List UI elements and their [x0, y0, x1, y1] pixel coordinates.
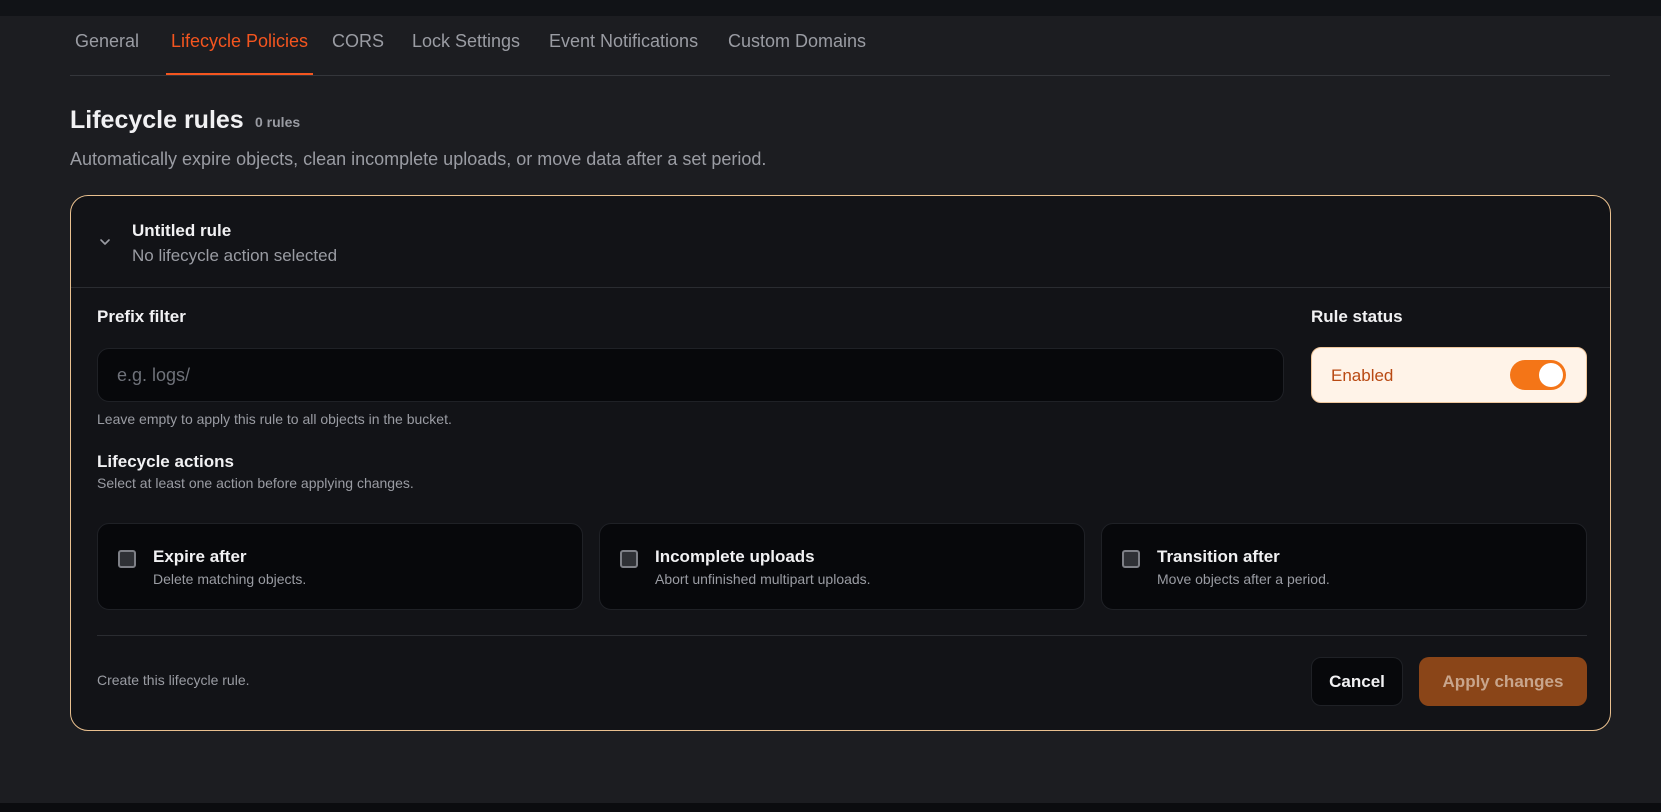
footer-divider [97, 635, 1587, 636]
tab-general[interactable]: General [70, 16, 144, 74]
cancel-button[interactable]: Cancel [1311, 657, 1403, 706]
tab-event-notifications[interactable]: Event Notifications [544, 16, 703, 74]
lifecycle-actions-hint: Select at least one action before applyi… [97, 475, 414, 491]
action-description: Abort unfinished multipart uploads. [655, 571, 871, 587]
expire-after-checkbox[interactable] [118, 550, 136, 568]
rule-status-toggle[interactable] [1510, 360, 1566, 390]
transition-after-checkbox[interactable] [1122, 550, 1140, 568]
prefix-filter-hint: Leave empty to apply this rule to all ob… [97, 411, 452, 427]
incomplete-uploads-checkbox[interactable] [620, 550, 638, 568]
action-card-transition-after[interactable]: Transition after Move objects after a pe… [1101, 523, 1587, 610]
action-description: Delete matching objects. [153, 571, 307, 587]
apply-changes-button[interactable]: Apply changes [1419, 657, 1587, 706]
action-title: Incomplete uploads [655, 547, 815, 566]
bottom-bar [0, 803, 1661, 812]
rule-name: Untitled rule [132, 221, 232, 240]
tab-lock-settings[interactable]: Lock Settings [407, 16, 525, 74]
toggle-knob [1539, 363, 1563, 387]
chevron-down-icon[interactable] [99, 236, 111, 248]
tab-cors[interactable]: CORS [327, 16, 389, 74]
action-title: Expire after [153, 547, 247, 566]
lifecycle-actions-label: Lifecycle actions [97, 452, 235, 471]
rule-header[interactable]: Untitled rule No lifecycle action select… [71, 196, 1610, 288]
tab-custom-domains[interactable]: Custom Domains [723, 16, 871, 74]
lifecycle-rule-card: Untitled rule No lifecycle action select… [70, 195, 1611, 731]
settings-tabs: General Lifecycle Policies CORS Lock Set… [70, 16, 1610, 76]
prefix-filter-label: Prefix filter [97, 307, 186, 326]
action-card-incomplete-uploads[interactable]: Incomplete uploads Abort unfinished mult… [599, 523, 1085, 610]
rule-status-control[interactable]: Enabled [1311, 347, 1587, 403]
section-description: Automatically expire objects, clean inco… [70, 149, 767, 169]
action-description: Move objects after a period. [1157, 571, 1330, 587]
rule-count-badge: 0 rules [255, 114, 301, 130]
rule-status-label: Rule status [1311, 307, 1403, 326]
tab-lifecycle-policies[interactable]: Lifecycle Policies [166, 16, 314, 75]
top-bar [0, 0, 1661, 16]
action-card-expire-after[interactable]: Expire after Delete matching objects. [97, 523, 583, 610]
page-title: Lifecycle rules [70, 106, 244, 134]
footer-note: Create this lifecycle rule. [97, 672, 250, 688]
rule-status-value: Enabled [1331, 366, 1394, 385]
prefix-filter-input[interactable] [97, 348, 1284, 402]
rule-summary: No lifecycle action selected [132, 246, 338, 265]
action-title: Transition after [1157, 547, 1280, 566]
